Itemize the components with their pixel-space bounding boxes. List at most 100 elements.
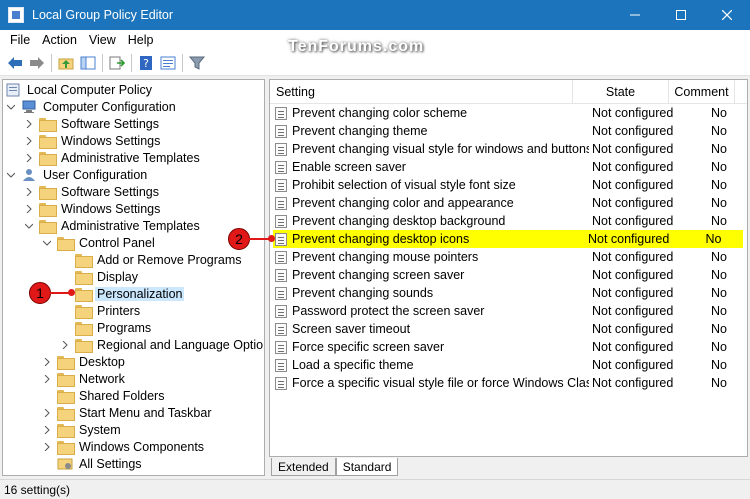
forward-button[interactable]: [26, 52, 48, 74]
folder-icon: [75, 338, 93, 353]
chevron-right-icon[interactable]: [41, 404, 53, 421]
filter-button[interactable]: [186, 52, 208, 74]
tree-item-personalization[interactable]: Personalization: [75, 285, 185, 302]
menu-view[interactable]: View: [83, 33, 122, 47]
setting-state: Not configured: [592, 250, 674, 264]
setting-name: Password protect the screen saver: [292, 304, 485, 318]
back-button[interactable]: [4, 52, 26, 74]
tree-item-display[interactable]: Display: [75, 268, 140, 285]
setting-comment: No: [711, 214, 727, 228]
tree-item-administrative-templates[interactable]: Administrative Templates: [23, 217, 202, 234]
tree-item-windows-settings[interactable]: Windows Settings: [23, 132, 162, 149]
tree-item-user-configuration[interactable]: User Configuration: [5, 166, 149, 183]
setting-row[interactable]: Screen saver timeout Not configured No: [270, 320, 747, 338]
up-folder-button[interactable]: [55, 52, 77, 74]
settings-list-pane[interactable]: Setting State Comment Prevent changing c…: [269, 79, 748, 457]
tree-item-printers[interactable]: Printers: [75, 302, 142, 319]
menu-action[interactable]: Action: [36, 33, 83, 47]
maximize-button[interactable]: [658, 0, 704, 30]
collapse-icon[interactable]: [23, 217, 35, 234]
setting-state: Not configured: [592, 340, 674, 354]
tree-item-all-settings[interactable]: All Settings: [57, 455, 144, 472]
show-hide-tree-icon: [80, 56, 96, 69]
tree-item-desktop[interactable]: Desktop: [41, 353, 127, 370]
tree-root[interactable]: Local Computer Policy: [5, 81, 154, 98]
setting-row[interactable]: Prevent changing sounds Not configured N…: [270, 284, 747, 302]
chevron-right-icon[interactable]: [41, 370, 53, 387]
tree-item-windows-settings[interactable]: Windows Settings: [23, 200, 162, 217]
tree-item-administrative-templates[interactable]: Administrative Templates: [23, 149, 202, 166]
collapse-icon[interactable]: [5, 166, 17, 183]
setting-name: Force specific screen saver: [292, 340, 445, 354]
setting-row[interactable]: Prevent changing screen saver Not config…: [270, 266, 747, 284]
tree-item-software-settings[interactable]: Software Settings: [23, 183, 161, 200]
setting-state: Not configured: [587, 232, 670, 246]
setting-row[interactable]: Prevent changing desktop background Not …: [270, 212, 747, 230]
chevron-right-icon[interactable]: [23, 200, 35, 217]
setting-row[interactable]: Force specific screen saver Not configur…: [270, 338, 747, 356]
column-header-state[interactable]: State: [573, 80, 669, 104]
tree-item-software-settings[interactable]: Software Settings: [23, 115, 161, 132]
chevron-right-icon[interactable]: [23, 115, 35, 132]
policy-setting-icon: [275, 124, 287, 138]
setting-row-highlighted[interactable]: Prevent changing desktop icons Not confi…: [273, 230, 743, 248]
setting-row[interactable]: Load a specific theme Not configured No: [270, 356, 747, 374]
setting-state: Not configured: [592, 106, 674, 120]
setting-row[interactable]: Prohibit selection of visual style font …: [270, 176, 747, 194]
window-title: Local Group Policy Editor: [32, 8, 174, 22]
folder-icon: [39, 151, 57, 166]
setting-name: Load a specific theme: [292, 358, 414, 372]
setting-row[interactable]: Password protect the screen saver Not co…: [270, 302, 747, 320]
tree-label: Windows Components: [79, 439, 205, 454]
tree-item-windows-components[interactable]: Windows Components: [41, 438, 206, 455]
tree-pane[interactable]: Local Computer Policy Computer Configura…: [2, 79, 265, 476]
column-header-comment[interactable]: Comment: [669, 80, 735, 104]
tab-extended[interactable]: Extended: [271, 458, 336, 476]
setting-row[interactable]: Prevent changing color and appearance No…: [270, 194, 747, 212]
chevron-right-icon[interactable]: [23, 149, 35, 166]
tree-item-control-panel[interactable]: Control Panel: [41, 234, 157, 251]
setting-comment: No: [711, 358, 727, 372]
policy-setting-icon: [275, 250, 287, 264]
tab-standard[interactable]: Standard: [335, 458, 399, 476]
collapse-icon[interactable]: [41, 234, 53, 251]
setting-state: Not configured: [592, 304, 674, 318]
menu-file[interactable]: File: [4, 33, 36, 47]
tree-item-programs[interactable]: Programs: [75, 319, 153, 336]
tree-item-system[interactable]: System: [41, 421, 123, 438]
setting-row[interactable]: Prevent changing mouse pointers Not conf…: [270, 248, 747, 266]
tree-label-selected: Personalization: [95, 286, 185, 301]
collapse-icon[interactable]: [5, 98, 17, 115]
minimize-button[interactable]: [612, 0, 658, 30]
tree-label: Windows Settings: [61, 201, 161, 216]
setting-row[interactable]: Prevent changing theme Not configured No: [270, 122, 747, 140]
properties-button[interactable]: [157, 52, 179, 74]
chevron-right-icon[interactable]: [59, 336, 71, 353]
tree-item-computer-configuration[interactable]: Computer Configuration: [5, 98, 178, 115]
folder-icon: [57, 423, 75, 438]
tree-label: Add or Remove Programs: [97, 252, 242, 267]
chevron-right-icon[interactable]: [23, 183, 35, 200]
setting-comment: No: [711, 376, 727, 390]
export-list-button[interactable]: [106, 52, 128, 74]
help-button[interactable]: ?: [135, 52, 157, 74]
column-header-setting[interactable]: Setting: [270, 80, 573, 104]
tree-item-add-or-remove-programs[interactable]: Add or Remove Programs: [75, 251, 244, 268]
tree-label: Administrative Templates: [61, 218, 200, 233]
tree-item-start-menu-and-taskbar[interactable]: Start Menu and Taskbar: [41, 404, 213, 421]
setting-row[interactable]: Enable screen saver Not configured No: [270, 158, 747, 176]
setting-row[interactable]: Prevent changing visual style for window…: [270, 140, 747, 158]
chevron-right-icon[interactable]: [41, 438, 53, 455]
show-hide-tree-button[interactable]: [77, 52, 99, 74]
setting-row[interactable]: Prevent changing color scheme Not config…: [270, 104, 747, 122]
tree-item-shared-folders[interactable]: Shared Folders: [57, 387, 166, 404]
setting-row[interactable]: Force a specific visual style file or fo…: [270, 374, 747, 392]
tree-item-network[interactable]: Network: [41, 370, 127, 387]
tree-item-regional-and-language-options[interactable]: Regional and Language Options: [59, 336, 264, 353]
close-button[interactable]: [704, 0, 750, 30]
chevron-right-icon[interactable]: [41, 353, 53, 370]
setting-state: Not configured: [592, 376, 674, 390]
chevron-right-icon[interactable]: [23, 132, 35, 149]
chevron-right-icon[interactable]: [41, 421, 53, 438]
menu-help[interactable]: Help: [122, 33, 160, 47]
